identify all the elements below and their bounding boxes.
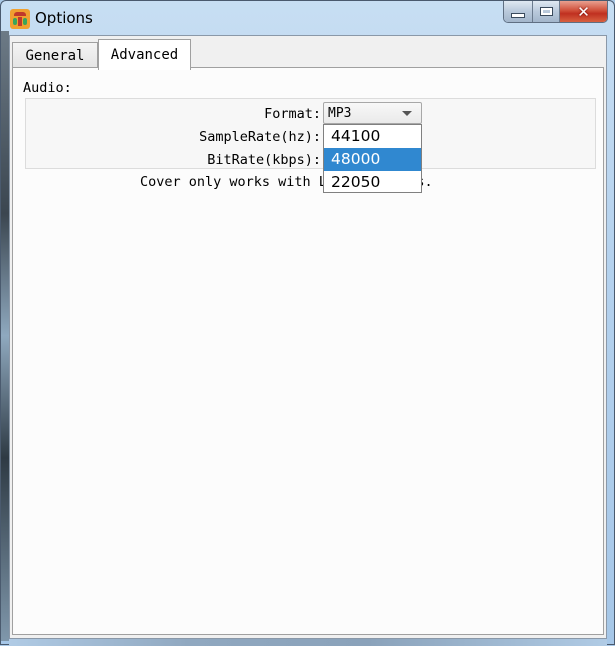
close-icon: ✕ [577,2,590,21]
format-label: Format: [264,106,321,122]
advanced-tab-page: Audio: Format: SampleRate(hz): BitRate(k… [12,67,604,635]
window-title: Options [35,9,93,27]
format-select[interactable]: MP3 [323,102,422,124]
bitrate-label: BitRate(kbps): [207,152,321,168]
dropdown-option[interactable]: 22050 [324,171,421,194]
app-icon [10,9,30,29]
title-bar[interactable]: Options ✕ [1,1,614,35]
dropdown-option-highlighted[interactable]: 48000 [324,148,421,171]
tab-advanced[interactable]: Advanced [98,39,191,70]
background-edge [1,31,9,641]
maximize-button[interactable] [533,1,560,22]
minimize-button[interactable] [504,1,533,22]
audio-section-label: Audio: [23,80,72,96]
tab-strip: General Advanced [12,38,602,70]
samplerate-dropdown-list[interactable]: 44100 48000 22050 [323,124,422,193]
dialog-client-area: General Advanced Audio: Format: SampleRa… [9,35,607,639]
chevron-down-icon [402,111,412,116]
minimize-icon [511,12,525,18]
close-button[interactable]: ✕ [560,1,607,22]
format-select-value: MP3 [328,106,352,121]
maximize-icon [539,7,553,16]
options-window: Options ✕ General Advanced Audio: Format… [0,0,615,646]
tab-general[interactable]: General [12,42,98,68]
samplerate-label: SampleRate(hz): [199,129,321,145]
window-controls: ✕ [503,1,608,23]
dropdown-option[interactable]: 44100 [324,125,421,148]
